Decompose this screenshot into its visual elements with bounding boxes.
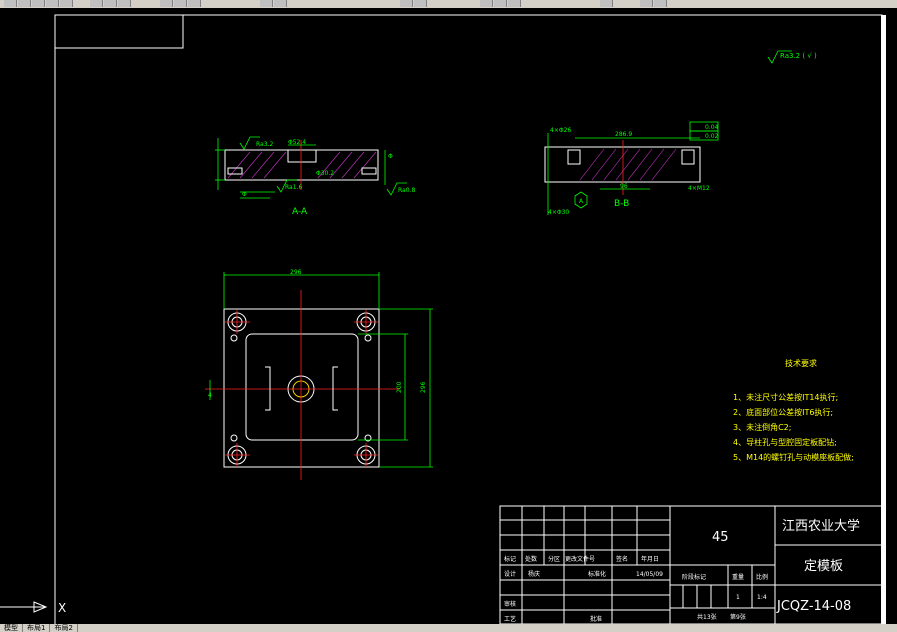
toolbar-button[interactable]: [508, 0, 521, 7]
date: 14/05/09: [636, 571, 663, 578]
stage-value: 1: [736, 594, 740, 601]
toolbar-button[interactable]: [480, 0, 493, 7]
tech-item: 5、M14的螺钉孔与动模座板配做;: [733, 452, 854, 462]
scale-value: 1:4: [757, 594, 767, 601]
section-bb-view: 286.9 4×Φ26 96 4×M12 4×Φ30 0.04 0.02 A: [544, 121, 719, 216]
toolbar: [0, 0, 897, 8]
toolbar-button[interactable]: [118, 0, 131, 7]
toolbar-button[interactable]: [260, 0, 273, 7]
tab-model[interactable]: 模型: [0, 624, 23, 632]
review-label: 审核: [504, 600, 516, 608]
tech-item: 3、未注倒角C2;: [733, 422, 791, 432]
toolbar-button[interactable]: [60, 0, 73, 7]
toolbar-button[interactable]: [32, 0, 45, 7]
ucs-icon: X: [0, 601, 66, 615]
approve-label: 批准: [590, 615, 602, 623]
section-aa-label: A-A: [292, 207, 308, 217]
toolbar-button[interactable]: [18, 0, 31, 7]
cad-drawing: Ra3.2 ( √ ) Φ52.4 Φ30.2 Φ Φ Ra3.2 Ra1.6 …: [0, 14, 886, 628]
process-label: 工艺: [504, 615, 516, 623]
tech-title: 技术要求: [785, 358, 817, 368]
toolbar-button[interactable]: [494, 0, 507, 7]
dim-height: 296: [420, 381, 427, 393]
total-sheets: 共13张: [697, 613, 717, 621]
toolbar-button[interactable]: [160, 0, 173, 7]
svg-text:Φ52.4: Φ52.4: [288, 139, 306, 146]
tech-item: 2、底面部位公差按IT6执行;: [733, 407, 833, 417]
material: 45: [712, 530, 729, 545]
designer: 杨庆: [528, 570, 540, 578]
svg-text:96: 96: [620, 183, 628, 190]
svg-text:286.9: 286.9: [615, 131, 632, 138]
school-name: 江西农业大学: [782, 518, 860, 534]
svg-text:4: 4: [208, 392, 212, 399]
tb-label: 签名: [616, 555, 628, 563]
tb-label: 年月日: [641, 555, 659, 563]
stage-label: 阶段标记: [682, 573, 706, 581]
svg-text:X: X: [58, 601, 66, 615]
toolbar-button[interactable]: [654, 0, 667, 7]
drawing-number: JCQZ-14-08: [776, 599, 851, 614]
toolbar-button[interactable]: [414, 0, 427, 7]
svg-text:4×Φ30: 4×Φ30: [548, 209, 569, 216]
svg-text:0.04: 0.04: [705, 124, 719, 131]
drawing-border: [54, 14, 883, 628]
plan-view: 4: [205, 272, 433, 480]
svg-text:Φ: Φ: [242, 191, 247, 198]
tech-item: 1、未注尺寸公差按IT14执行;: [733, 392, 838, 402]
tech-item: 4、导柱孔与型腔固定板配钻;: [733, 437, 837, 447]
toolbar-button[interactable]: [104, 0, 117, 7]
drawing-canvas[interactable]: Ra3.2 ( √ ) Φ52.4 Φ30.2 Φ Φ Ra3.2 Ra1.6 …: [0, 8, 897, 628]
toolbar-button[interactable]: [188, 0, 201, 7]
part-name: 定模板: [804, 559, 843, 574]
design-label: 设计: [504, 570, 516, 578]
toolbar-button[interactable]: [640, 0, 653, 7]
roughness-note: Ra3.2 ( √ ): [780, 52, 817, 60]
toolbar-button[interactable]: [600, 0, 613, 7]
svg-text:Ra3.2: Ra3.2: [256, 141, 273, 148]
svg-text:Φ: Φ: [388, 153, 393, 160]
corner-box: [54, 14, 184, 49]
tb-label: 分区: [548, 555, 560, 563]
sheet-number: 第9张: [730, 613, 746, 621]
svg-text:4×Φ26: 4×Φ26: [550, 127, 571, 134]
layout-tabs: 模型 布局1 布局2: [0, 624, 897, 632]
tb-label: 处数: [525, 555, 537, 563]
tab-layout2[interactable]: 布局2: [50, 624, 78, 632]
toolbar-button[interactable]: [90, 0, 103, 7]
tb-label: 标记: [504, 555, 516, 563]
toolbar-button[interactable]: [46, 0, 59, 7]
svg-text:4×M12: 4×M12: [688, 185, 710, 192]
dim-width: 296: [290, 269, 302, 276]
dim-inner: 200: [396, 381, 403, 393]
svg-text:0.02: 0.02: [705, 133, 719, 140]
weight-label: 重量: [732, 573, 744, 581]
section-bb-label: B-B: [614, 199, 629, 209]
toolbar-button[interactable]: [274, 0, 287, 7]
svg-text:A: A: [579, 198, 584, 205]
toolbar-button[interactable]: [400, 0, 413, 7]
toolbar-button[interactable]: [174, 0, 187, 7]
toolbar-button[interactable]: [4, 0, 17, 7]
tb-label: 更改文件号: [565, 555, 595, 563]
section-aa-view: Φ52.4 Φ30.2 Φ Φ Ra3.2 Ra1.6 Ra0.8: [215, 136, 415, 199]
svg-text:Φ30.2: Φ30.2: [316, 170, 334, 177]
svg-text:Ra1.6: Ra1.6: [285, 184, 302, 191]
tab-layout1[interactable]: 布局1: [23, 624, 51, 632]
scale-label: 比例: [756, 573, 768, 581]
svg-text:Ra0.8: Ra0.8: [398, 187, 415, 194]
standardize-label: 标准化: [588, 570, 606, 578]
